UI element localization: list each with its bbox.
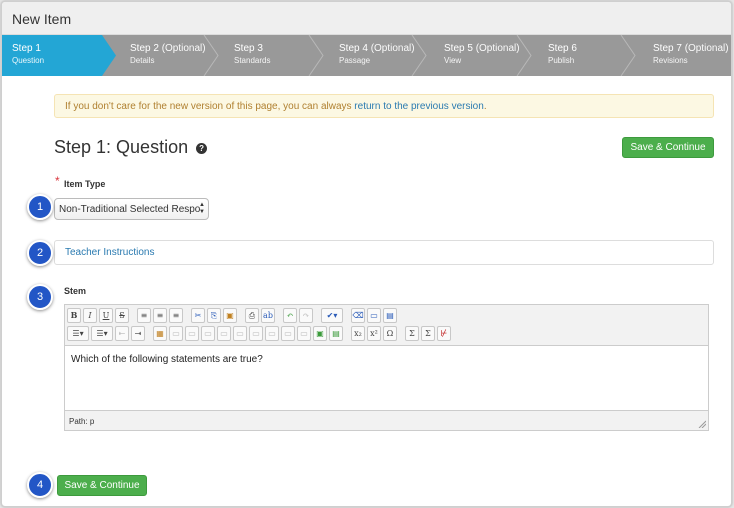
source-icon[interactable]: ▤ xyxy=(383,308,397,323)
align-center-icon[interactable]: ≡ xyxy=(153,308,167,323)
align-right-icon[interactable]: ≡ xyxy=(169,308,183,323)
math-sum-icon[interactable]: Σ xyxy=(405,326,419,341)
select-arrows-icon: ▲ ▼ xyxy=(199,202,205,215)
bullet-list-icon[interactable]: ☰▾ xyxy=(67,326,89,341)
resize-handle-icon[interactable] xyxy=(698,420,706,428)
outdent-icon[interactable]: ⇤ xyxy=(115,326,129,341)
eraser-icon[interactable]: ⌫ xyxy=(351,308,365,323)
step-6[interactable]: Step 6 Publish xyxy=(538,35,628,76)
media-icon[interactable]: ▤ xyxy=(329,326,343,341)
table-split-icon[interactable]: ▭ xyxy=(233,326,247,341)
step-4[interactable]: Step 4 (Optional) Passage xyxy=(329,35,419,76)
indent-icon[interactable]: ⇥ xyxy=(131,326,145,341)
table-row-icon[interactable]: ▭ xyxy=(169,326,183,341)
step-1[interactable]: Step 1 Question xyxy=(2,35,102,76)
editor-toolbar-row-1: B I U S ≡ ≡ ≡ ✂ ⎘ ▣ ⎙ ab ↶ ↷ ✔▾ ⌫ ▭ ▤ xyxy=(67,308,397,325)
numbered-list-icon[interactable]: ☰▾ xyxy=(91,326,113,341)
version-notice: If you don't care for the new version of… xyxy=(54,94,714,118)
item-window: New Item Step 1 Question Step 2 (Optiona… xyxy=(1,1,732,507)
align-left-icon[interactable]: ≡ xyxy=(137,308,151,323)
required-mark: * xyxy=(55,174,60,188)
callout-badge-2: 2 xyxy=(27,240,53,266)
window-title: New Item xyxy=(2,2,731,35)
table-cell-icon[interactable]: ▭ xyxy=(201,326,215,341)
step-wizard: Step 1 Question Step 2 (Optional) Detail… xyxy=(2,35,731,76)
undo-icon[interactable]: ↶ xyxy=(283,308,297,323)
bold-icon[interactable]: B xyxy=(67,308,81,323)
table-icon[interactable]: ▦ xyxy=(153,326,167,341)
save-continue-button-top[interactable]: Save & Continue xyxy=(622,137,714,158)
insert-image-icon[interactable]: ▣ xyxy=(313,326,327,341)
table-col-icon[interactable]: ▭ xyxy=(185,326,199,341)
save-continue-button-bottom[interactable]: Save & Continue xyxy=(57,475,147,496)
editor-path: Path: p xyxy=(69,417,95,426)
stem-label: Stem xyxy=(64,286,87,296)
format-dropdown-icon[interactable]: ✔▾ xyxy=(321,308,343,323)
table-merge-icon[interactable]: ▭ xyxy=(217,326,231,341)
special-char-icon[interactable]: Ω xyxy=(383,326,397,341)
step-divider xyxy=(620,35,636,76)
strikethrough-icon[interactable]: S xyxy=(115,308,129,323)
teacher-instructions-toggle[interactable]: Teacher Instructions xyxy=(54,240,714,265)
underline-icon[interactable]: U xyxy=(99,308,113,323)
stem-editor: B I U S ≡ ≡ ≡ ✂ ⎘ ▣ ⎙ ab ↶ ↷ ✔▾ ⌫ ▭ ▤ ☰▾ xyxy=(64,304,709,431)
step-5[interactable]: Step 5 (Optional) View xyxy=(434,35,524,76)
redo-icon[interactable]: ↷ xyxy=(299,308,313,323)
spellcheck-icon[interactable]: ab xyxy=(261,308,275,323)
image-icon[interactable]: ▭ xyxy=(367,308,381,323)
callout-badge-3: 3 xyxy=(27,284,53,310)
cross-out-icon[interactable]: ⊬ xyxy=(437,326,451,341)
table-delete-icon[interactable]: ▭ xyxy=(249,326,263,341)
callout-badge-4: 4 xyxy=(27,472,53,498)
paste-icon[interactable]: ▣ xyxy=(223,308,237,323)
item-type-label: Item Type xyxy=(64,179,106,189)
italic-icon[interactable]: I xyxy=(83,308,97,323)
editor-toolbar-row-2: ☰▾ ☰▾ ⇤ ⇥ ▦ ▭ ▭ ▭ ▭ ▭ ▭ ▭ ▭ ▭ ▣ ▤ x₂ x² … xyxy=(67,326,451,343)
table-row-props-icon[interactable]: ▭ xyxy=(281,326,295,341)
item-type-select[interactable]: Non-Traditional Selected Respo ▲ ▼ xyxy=(54,198,209,220)
print-icon[interactable]: ⎙ xyxy=(245,308,259,323)
step-divider xyxy=(516,35,532,76)
step-2[interactable]: Step 2 (Optional) Details xyxy=(120,35,210,76)
copy-icon[interactable]: ⎘ xyxy=(207,308,221,323)
step-divider xyxy=(203,35,219,76)
previous-version-link[interactable]: return to the previous version xyxy=(354,101,484,112)
step-7[interactable]: Step 7 (Optional) Revisions xyxy=(643,35,731,76)
table-cell-props-icon[interactable]: ▭ xyxy=(297,326,311,341)
step-divider xyxy=(411,35,427,76)
subscript-icon[interactable]: x₂ xyxy=(351,326,365,341)
cut-icon[interactable]: ✂ xyxy=(191,308,205,323)
stem-content[interactable]: Which of the following statements are tr… xyxy=(65,345,708,411)
superscript-icon[interactable]: x² xyxy=(367,326,381,341)
table-props-icon[interactable]: ▭ xyxy=(265,326,279,341)
page-title: Step 1: Question ? xyxy=(54,137,208,158)
step-divider xyxy=(308,35,324,76)
callout-badge-1: 1 xyxy=(27,194,53,220)
question-circle-icon[interactable]: ? xyxy=(196,143,208,154)
math-sigma-icon[interactable]: Σ xyxy=(421,326,435,341)
step-3[interactable]: Step 3 Standards xyxy=(224,35,314,76)
